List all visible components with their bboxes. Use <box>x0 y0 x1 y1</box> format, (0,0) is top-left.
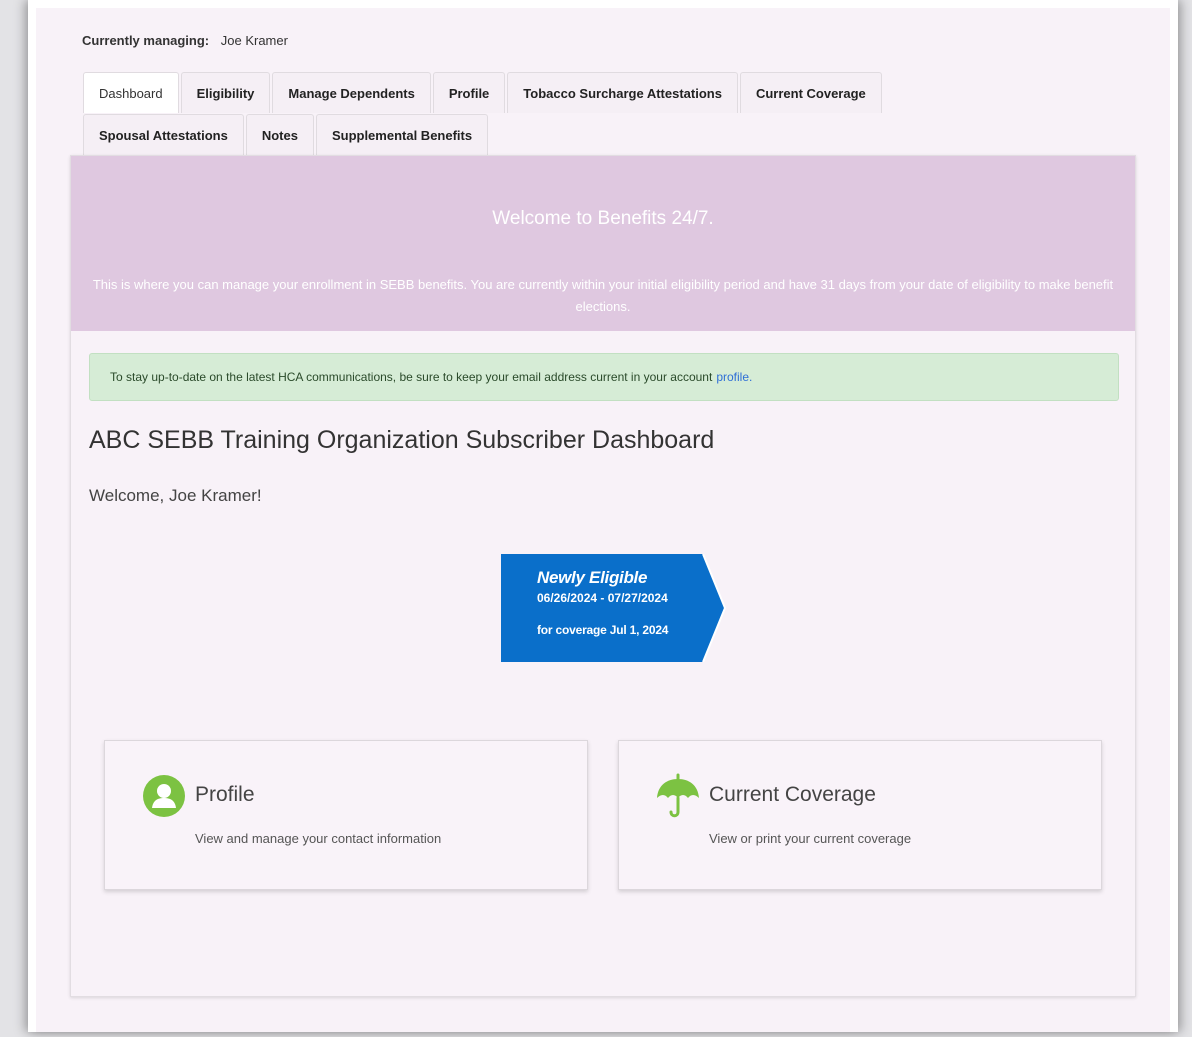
welcome-banner: Welcome to Benefits 24/7. This is where … <box>71 156 1135 331</box>
tab-eligibility[interactable]: Eligibility <box>180 72 271 113</box>
currently-managing: Currently managing: Joe Kramer <box>82 33 288 48</box>
page: Currently managing: Joe Kramer Dashboard… <box>36 8 1170 1032</box>
profile-card-subtitle: View and manage your contact information <box>195 831 442 846</box>
page-title: ABC SEBB Training Organization Subscribe… <box>89 426 715 454</box>
tab-manage-dependents[interactable]: Manage Dependents <box>272 72 431 113</box>
alert-profile-link[interactable]: profile. <box>716 370 752 384</box>
app-frame: Currently managing: Joe Kramer Dashboard… <box>28 0 1178 1032</box>
banner-title: Welcome to Benefits 24/7. <box>492 208 714 229</box>
tab-spousal-attestations[interactable]: Spousal Attestations <box>83 114 244 155</box>
alert-text: To stay up-to-date on the latest HCA com… <box>110 370 713 384</box>
tab-bar: Dashboard Eligibility Manage Dependents … <box>83 72 1033 156</box>
profile-card[interactable]: Profile View and manage your contact inf… <box>104 740 588 890</box>
email-alert: To stay up-to-date on the latest HCA com… <box>89 353 1119 401</box>
badge-title: Newly Eligible <box>537 568 648 587</box>
newly-eligible-badge[interactable]: Newly Eligible 06/26/2024 - 07/27/2024 f… <box>501 553 727 663</box>
managing-label: Currently managing: <box>82 33 210 48</box>
tab-supplemental-benefits[interactable]: Supplemental Benefits <box>315 114 489 155</box>
badge-text: Newly Eligible 06/26/2024 - 07/27/2024 f… <box>537 568 668 637</box>
tab-tobacco-surcharge[interactable]: Tobacco Surcharge Attestations <box>507 72 738 113</box>
dashboard-panel: Welcome to Benefits 24/7. This is where … <box>70 155 1136 997</box>
coverage-card-title: Current Coverage <box>709 783 876 806</box>
managing-name: Joe Kramer <box>220 33 288 48</box>
current-coverage-card[interactable]: Current Coverage View or print your curr… <box>618 740 1102 890</box>
welcome-message: Welcome, Joe Kramer! <box>89 486 262 505</box>
coverage-card-subtitle: View or print your current coverage <box>709 831 912 846</box>
banner-text: This is where you can manage your enroll… <box>92 277 1114 314</box>
user-icon <box>143 775 185 817</box>
umbrella-icon <box>657 773 699 818</box>
badge-dates: 06/26/2024 - 07/27/2024 <box>537 591 668 605</box>
tab-notes[interactable]: Notes <box>245 114 314 155</box>
tab-profile[interactable]: Profile <box>432 72 506 113</box>
tab-current-coverage[interactable]: Current Coverage <box>739 72 882 113</box>
badge-coverage: for coverage Jul 1, 2024 <box>537 623 669 637</box>
tab-dashboard[interactable]: Dashboard <box>83 72 179 113</box>
profile-card-title: Profile <box>195 783 255 806</box>
